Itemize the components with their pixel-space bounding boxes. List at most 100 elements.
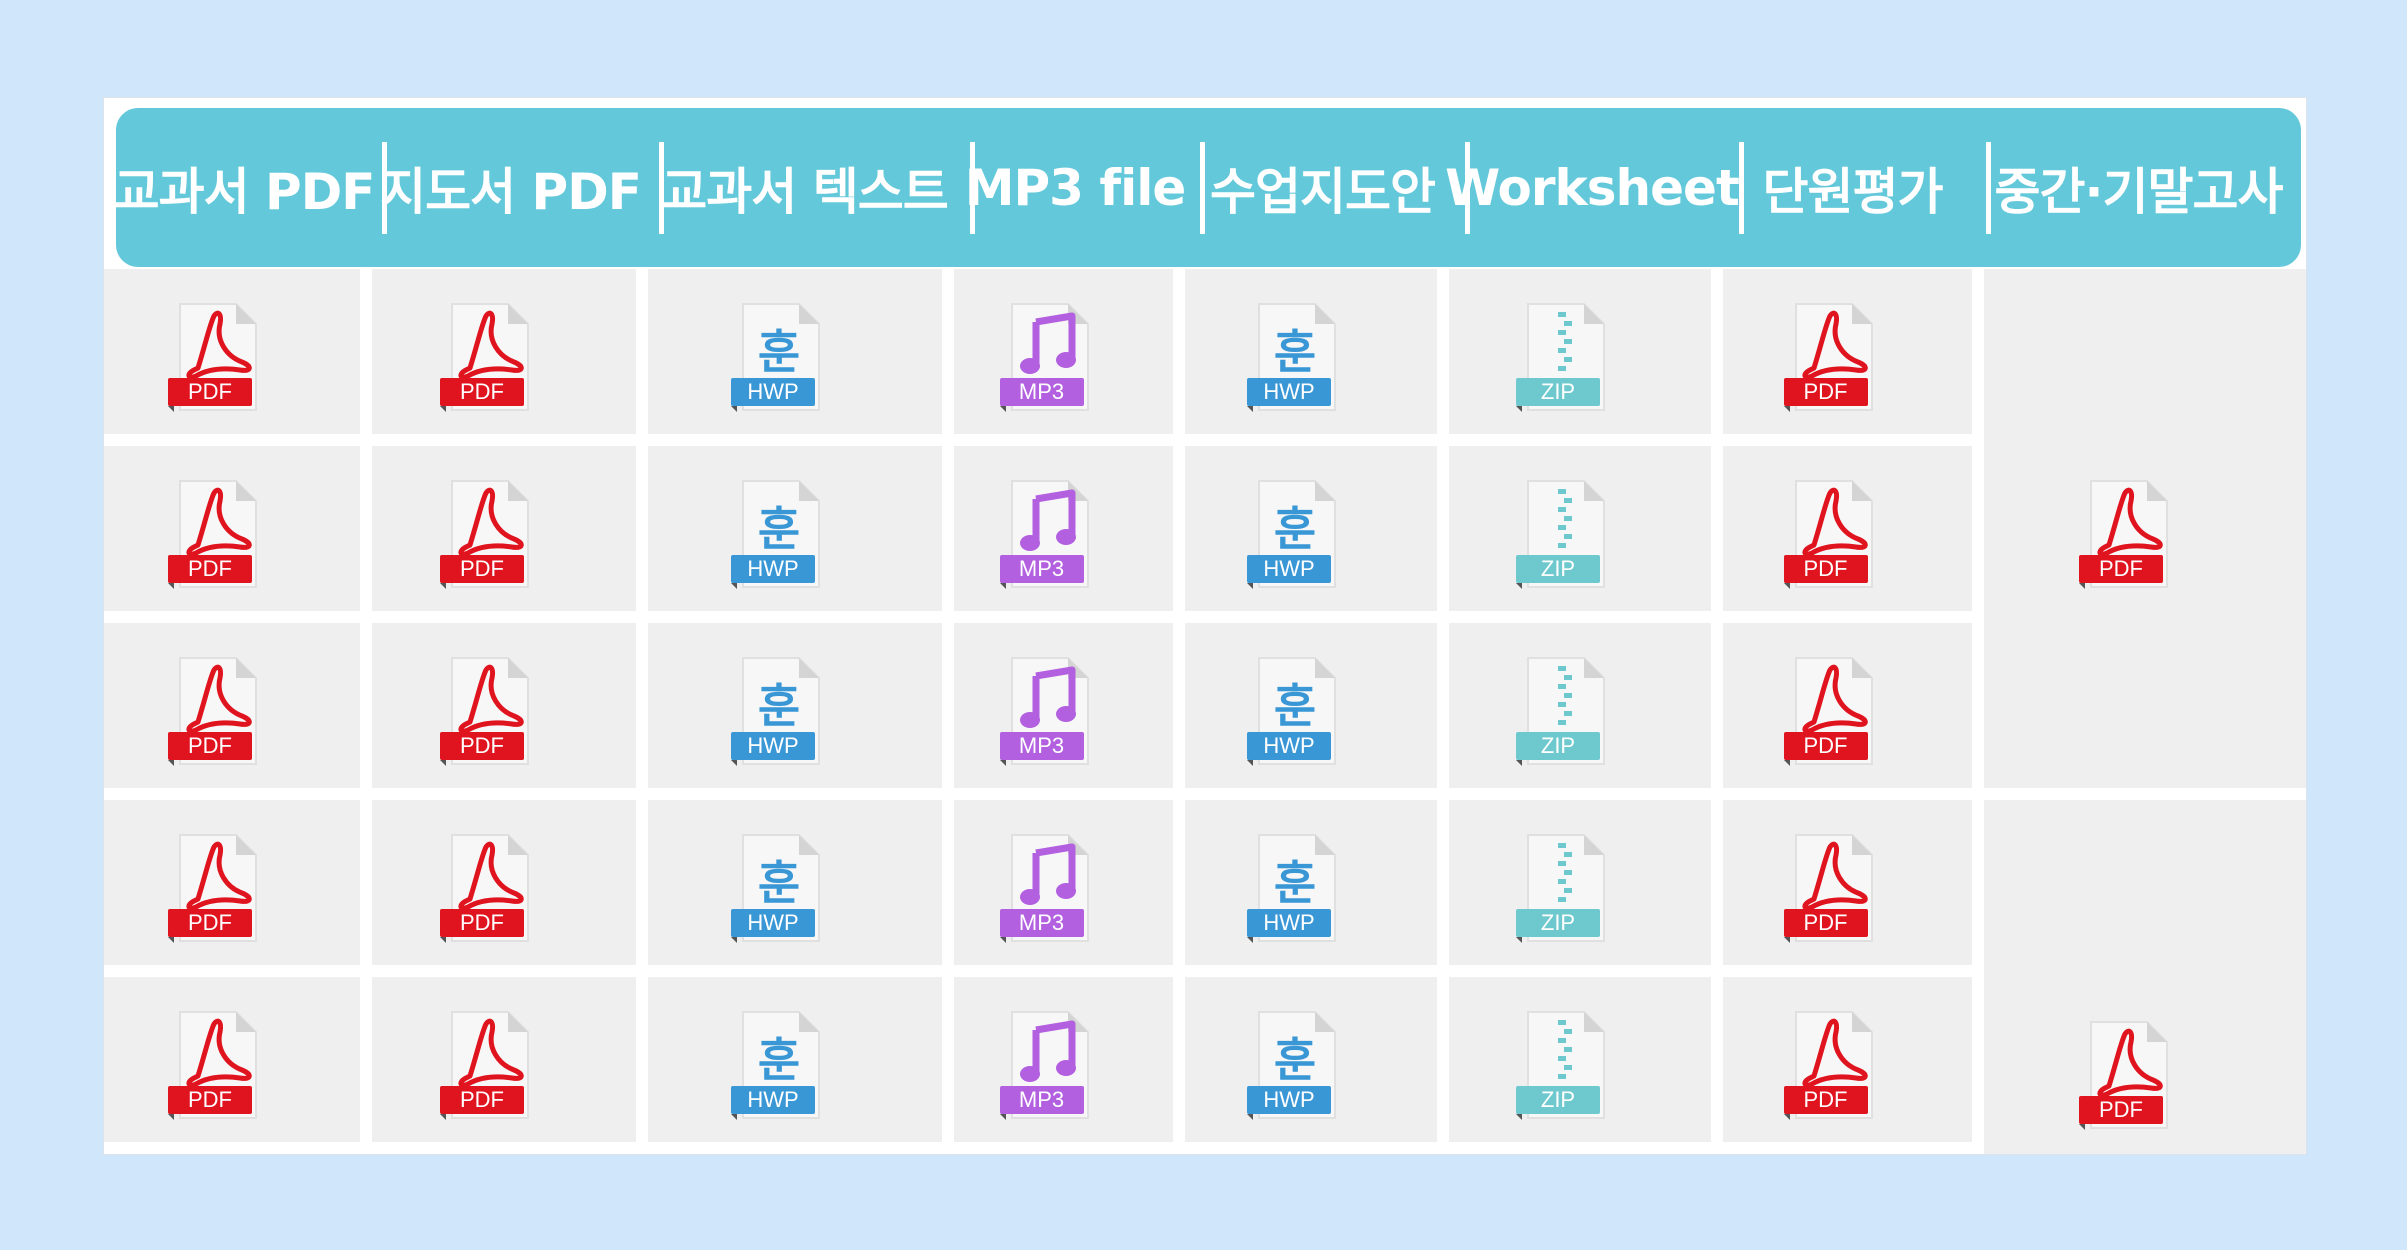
hangul-icon[interactable]: 훈 HWP — [729, 829, 825, 949]
file-type-badge: PDF — [188, 732, 232, 758]
zipper-icon[interactable]: ZIP — [1514, 829, 1610, 949]
svg-text:훈: 훈 — [758, 325, 800, 379]
file-type-badge: ZIP — [1540, 555, 1576, 581]
file-type-badge: PDF — [188, 1086, 232, 1112]
file-type-badge: HWP — [747, 378, 799, 404]
file-type-badge: PDF — [460, 555, 504, 581]
acrobat-icon[interactable]: PDF — [438, 475, 534, 595]
file-type-badge: MP3 — [1018, 1086, 1065, 1112]
header-divider — [1200, 142, 1205, 234]
header-divider — [659, 142, 664, 234]
header-divider — [1465, 142, 1470, 234]
music-note-icon[interactable]: MP3 — [998, 1006, 1094, 1126]
file-type-badge: HWP — [1263, 732, 1315, 758]
file-type-badge: PDF — [1803, 1086, 1848, 1112]
file-type-badge: PDF — [460, 378, 504, 404]
acrobat-icon[interactable]: PDF — [438, 829, 534, 949]
acrobat-icon[interactable]: PDF — [2077, 1016, 2173, 1136]
svg-text:훈: 훈 — [758, 502, 800, 556]
column-header: MP3 file — [964, 158, 1187, 217]
file-type-badge: PDF — [1803, 732, 1848, 758]
zipper-icon[interactable]: ZIP — [1514, 298, 1610, 418]
file-type-badge: ZIP — [1540, 1086, 1576, 1112]
acrobat-icon[interactable]: PDF — [1782, 475, 1878, 595]
svg-text:훈: 훈 — [758, 1033, 800, 1087]
header-divider — [1986, 142, 1991, 234]
music-note-icon[interactable]: MP3 — [998, 298, 1094, 418]
file-type-badge: PDF — [1803, 909, 1848, 935]
header-divider — [970, 142, 975, 234]
file-type-badge: MP3 — [1018, 378, 1065, 404]
zipper-icon[interactable]: ZIP — [1514, 1006, 1610, 1126]
file-type-badge: PDF — [188, 378, 232, 404]
acrobat-icon[interactable]: PDF — [166, 652, 262, 772]
file-type-badge: PDF — [1803, 555, 1848, 581]
header-divider — [382, 142, 387, 234]
hangul-icon[interactable]: 훈 HWP — [729, 298, 825, 418]
column-header: 교과서 PDF — [113, 162, 376, 221]
svg-text:훈: 훈 — [758, 679, 800, 733]
acrobat-icon[interactable]: PDF — [1782, 298, 1878, 418]
hangul-icon[interactable]: 훈 HWP — [1245, 652, 1341, 772]
acrobat-icon[interactable]: PDF — [438, 652, 534, 772]
acrobat-icon[interactable]: PDF — [166, 829, 262, 949]
file-type-badge: PDF — [2099, 555, 2143, 581]
column-header: 수업지도안 — [1210, 162, 1436, 221]
file-type-badge: PDF — [460, 909, 504, 935]
svg-text:훈: 훈 — [1274, 1033, 1316, 1087]
header-bar: 교과서 PDF 지도서 PDF 교과서 텍스트 MP3 file 수업지도안 Worksh… — [113, 108, 2301, 267]
zipper-icon[interactable]: ZIP — [1514, 475, 1610, 595]
file-type-badge: MP3 — [1018, 732, 1065, 758]
file-type-badge: PDF — [460, 732, 504, 758]
file-type-badge: MP3 — [1018, 555, 1065, 581]
acrobat-icon[interactable]: PDF — [166, 475, 262, 595]
file-type-badge: ZIP — [1540, 909, 1576, 935]
acrobat-icon[interactable]: PDF — [166, 1006, 262, 1126]
file-type-badge: PDF — [2099, 1097, 2143, 1122]
file-type-badge: PDF — [188, 555, 232, 581]
music-note-icon[interactable]: MP3 — [998, 652, 1094, 772]
hangul-icon[interactable]: 훈 HWP — [729, 1006, 825, 1126]
file-type-badge: HWP — [747, 732, 799, 758]
file-type-badge: HWP — [747, 909, 799, 935]
column-header: 중간·기말고사 — [1994, 162, 2284, 221]
column-header: 지도서 PDF — [380, 162, 642, 221]
file-type-badge: HWP — [1263, 1086, 1315, 1112]
column-header: 교과서 텍스트 — [661, 162, 948, 221]
acrobat-icon[interactable]: PDF — [2077, 475, 2173, 595]
hangul-icon[interactable]: 훈 HWP — [729, 475, 825, 595]
materials-panel: 교과서 PDF 지도서 PDF 교과서 텍스트 MP3 file 수업지도안 Worksh… — [103, 97, 2307, 1155]
acrobat-icon[interactable]: PDF — [166, 298, 262, 418]
file-type-badge: HWP — [1263, 909, 1315, 935]
svg-text:훈: 훈 — [1274, 856, 1316, 910]
svg-text:훈: 훈 — [758, 856, 800, 910]
column-header: 단원평가 — [1762, 162, 1944, 221]
file-type-badge: PDF — [460, 1086, 504, 1112]
file-type-badge: ZIP — [1540, 378, 1576, 404]
acrobat-icon[interactable]: PDF — [438, 298, 534, 418]
acrobat-icon[interactable]: PDF — [1782, 829, 1878, 949]
file-type-badge: HWP — [1263, 555, 1315, 581]
svg-text:훈: 훈 — [1274, 679, 1316, 733]
svg-text:훈: 훈 — [1274, 325, 1316, 379]
file-type-badge: MP3 — [1018, 909, 1065, 935]
svg-text:훈: 훈 — [1274, 502, 1316, 556]
file-type-badge: HWP — [747, 555, 799, 581]
file-type-badge: HWP — [747, 1086, 799, 1112]
hangul-icon[interactable]: 훈 HWP — [729, 652, 825, 772]
acrobat-icon[interactable]: PDF — [438, 1006, 534, 1126]
hangul-icon[interactable]: 훈 HWP — [1245, 475, 1341, 595]
file-type-badge: PDF — [1803, 378, 1848, 404]
hangul-icon[interactable]: 훈 HWP — [1245, 298, 1341, 418]
music-note-icon[interactable]: MP3 — [998, 475, 1094, 595]
file-type-badge: ZIP — [1540, 732, 1576, 758]
hangul-icon[interactable]: 훈 HWP — [1245, 829, 1341, 949]
header-divider — [1739, 142, 1744, 234]
column-header: Worksheet — [1445, 158, 1740, 217]
music-note-icon[interactable]: MP3 — [998, 829, 1094, 949]
acrobat-icon[interactable]: PDF — [1782, 1006, 1878, 1126]
file-type-badge: HWP — [1263, 378, 1315, 404]
acrobat-icon[interactable]: PDF — [1782, 652, 1878, 772]
hangul-icon[interactable]: 훈 HWP — [1245, 1006, 1341, 1126]
zipper-icon[interactable]: ZIP — [1514, 652, 1610, 772]
